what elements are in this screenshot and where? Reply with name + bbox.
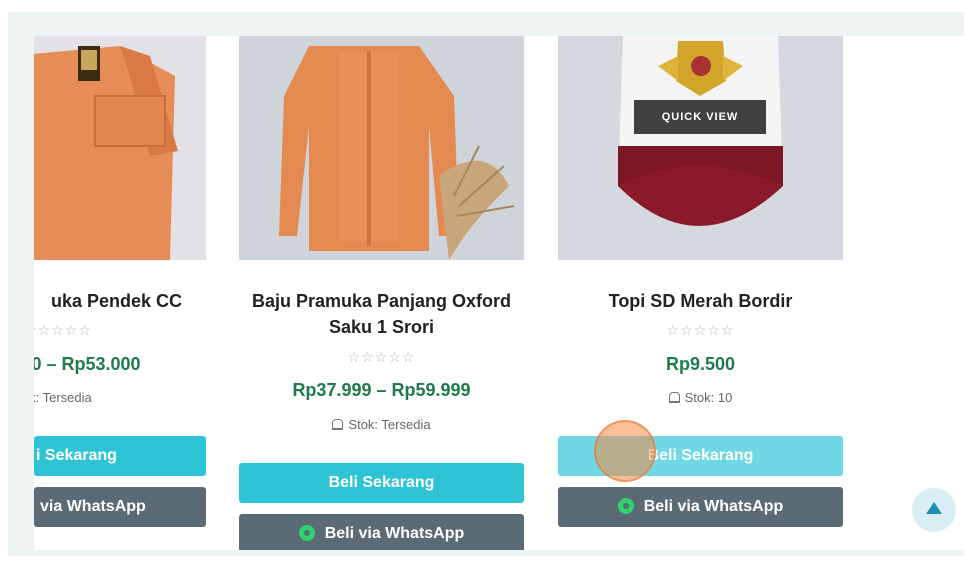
arrow-up-icon[interactable] [912,488,956,532]
product-card-cap[interactable]: QUICK VIEW Topi SD Merah Bordir ☆☆☆☆☆ Rp… [558,36,843,550]
buy-whatsapp-button[interactable]: via WhatsApp [34,487,206,527]
product-carousel: uka Pendek CC ☆☆☆☆☆ 00 – Rp53.000 tok: T… [34,36,964,550]
stock-status: Stok: Tersedia [239,417,524,432]
stock-box-icon [668,392,680,403]
stock-status: tok: Tersedia [34,390,92,405]
product-title[interactable]: Baju Pramuka Panjang Oxford Saku 1 Srori [239,288,524,340]
product-card-shirt-long[interactable]: Baju Pramuka Panjang Oxford Saku 1 Srori… [239,36,524,550]
buy-now-button[interactable]: Beli Sekarang [239,463,524,503]
product-image-long-shirt[interactable] [239,36,524,260]
product-price: Rp9.500 [665,354,736,374]
product-title[interactable]: Topi SD Merah Bordir [558,288,843,314]
buy-now-button[interactable]: i Sekarang [34,436,206,476]
rating-stars: ☆☆☆☆☆ [34,322,92,338]
product-price: 00 – Rp53.000 [34,354,141,374]
click-indicator [594,420,656,482]
stock-box-icon [332,419,344,430]
buy-whatsapp-button[interactable]: Beli via WhatsApp [558,487,843,527]
rating-stars: ☆☆☆☆☆ [666,322,735,338]
product-image-short-shirt[interactable] [34,36,206,260]
product-price: Rp37.999 – Rp59.999 [292,380,471,400]
stock-status: Stok: 10 [558,390,843,405]
whatsapp-icon [298,525,315,541]
product-title[interactable]: uka Pendek CC [34,288,206,314]
rating-stars: ☆☆☆☆☆ [347,349,416,365]
buy-whatsapp-button[interactable]: Beli via WhatsApp [239,514,524,550]
whatsapp-icon [617,498,634,514]
product-image-cap[interactable]: QUICK VIEW [558,36,843,260]
quick-view-button[interactable]: QUICK VIEW [634,100,766,134]
product-card-shirt-short[interactable]: uka Pendek CC ☆☆☆☆☆ 00 – Rp53.000 tok: T… [34,36,206,550]
